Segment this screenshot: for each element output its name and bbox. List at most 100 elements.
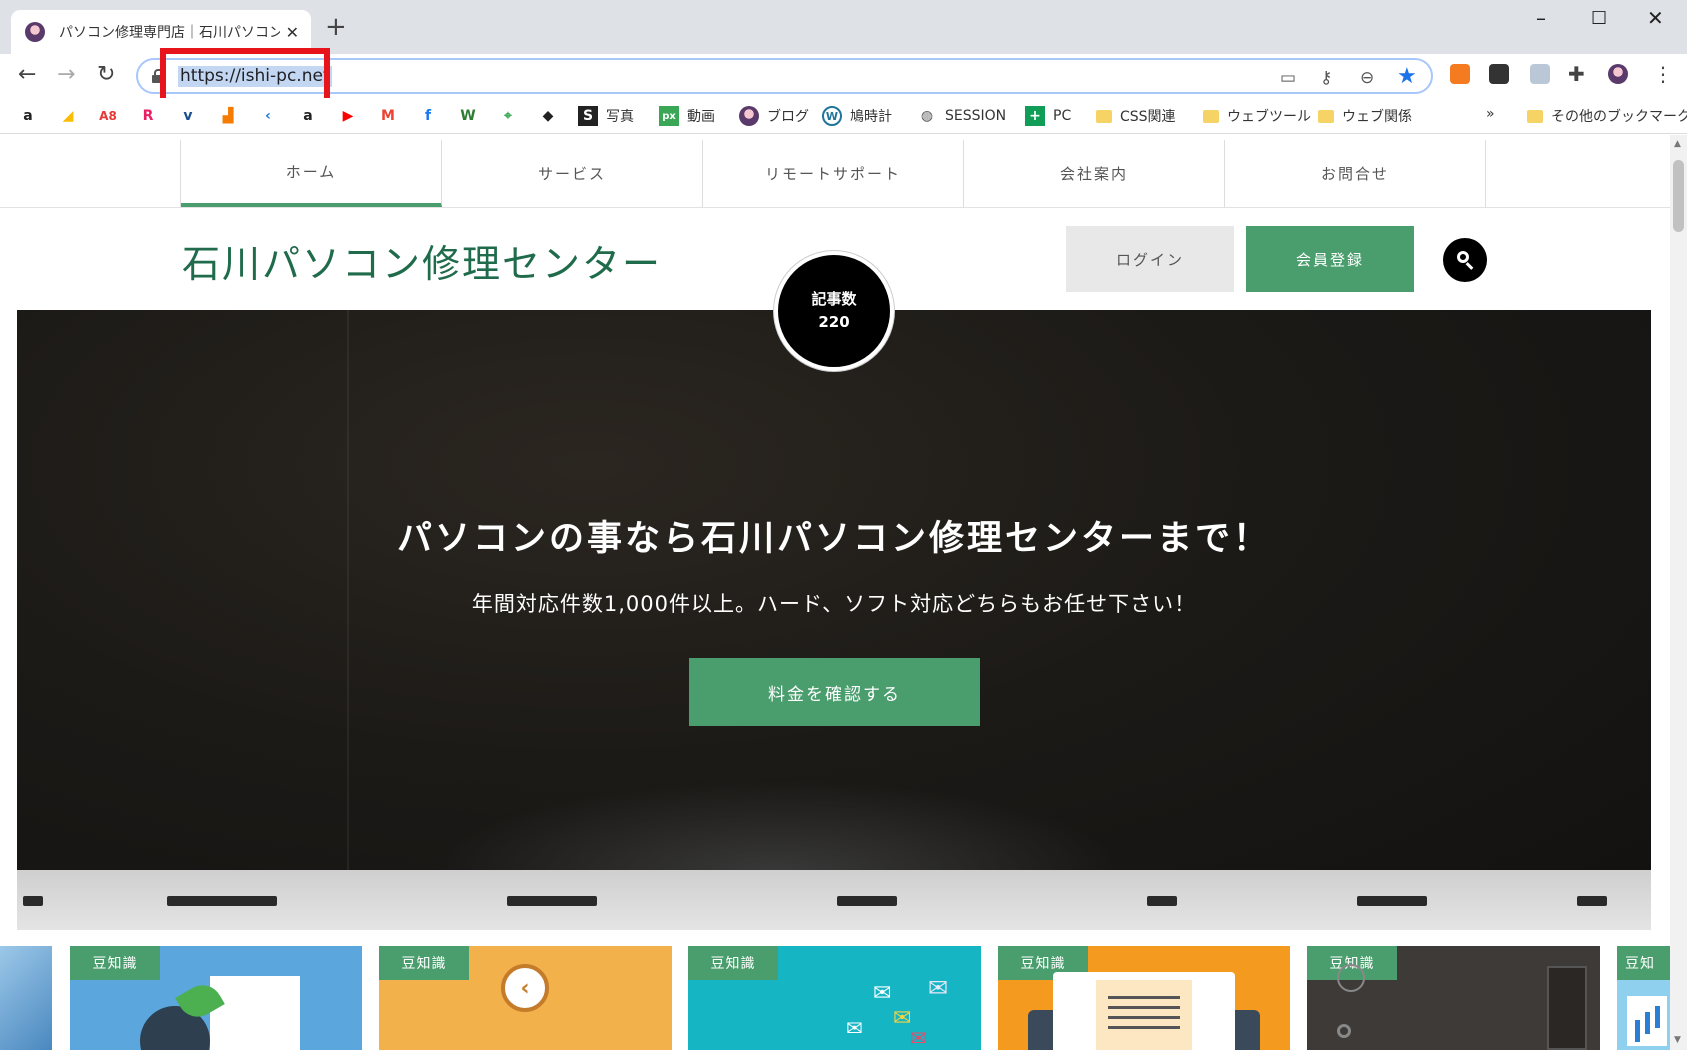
bookmark-item[interactable]: a	[18, 106, 38, 126]
article-card[interactable]: 豆知識 ‹	[379, 946, 672, 1050]
diamond-icon: ◆	[542, 108, 554, 124]
bookmark-blog[interactable]: ブログ	[739, 106, 809, 126]
forward-icon[interactable]: →	[57, 64, 75, 86]
nav-remote-support[interactable]: リモートサポート	[703, 140, 964, 207]
nav-company[interactable]: 会社案内	[964, 140, 1225, 207]
reload-icon[interactable]: ↻	[97, 64, 115, 86]
bookmark-item[interactable]: a	[298, 106, 318, 126]
minimize-icon[interactable]: –	[1536, 6, 1546, 30]
hero-subheading: 年間対応件数1,000件以上。ハード、ソフト対応どちらもお任せ下さい！	[471, 592, 1197, 616]
category-badge: 豆知識	[688, 946, 778, 980]
bookmark-item[interactable]: f	[418, 106, 438, 126]
close-tab-icon[interactable]: ✕	[286, 23, 299, 42]
folder-icon	[1096, 109, 1112, 123]
bookmark-item[interactable]: ▟	[218, 106, 238, 126]
back-arrow-icon: ‹	[501, 964, 549, 1012]
bookmark-item[interactable]: ◆	[538, 106, 558, 126]
bookmark-folder-webtools[interactable]: ウェブツール	[1203, 106, 1311, 126]
back-icon[interactable]: ←	[18, 64, 36, 86]
hero-heading: パソコンの事なら石川パソコン修理センターまで！	[396, 518, 1271, 559]
bookmark-item[interactable]: ◢	[58, 106, 78, 126]
hero-banner: パソコンの事なら石川パソコン修理センターまで！ 年間対応件数1,000件以上。ハ…	[17, 310, 1651, 930]
category-badge: 豆知識	[379, 946, 469, 980]
nav-home[interactable]: ホーム	[181, 140, 442, 207]
bookmark-folder-web[interactable]: ウェブ関係	[1318, 106, 1412, 126]
signup-button[interactable]: 会員登録	[1246, 226, 1414, 292]
bookmark-star-icon[interactable]: ★	[1397, 64, 1417, 89]
extensions-puzzle-icon[interactable]: ✚	[1568, 64, 1585, 84]
wordpress-icon: W	[822, 106, 842, 126]
cast-icon[interactable]: ▭	[1280, 68, 1296, 88]
nav-contact[interactable]: お問合せ	[1225, 140, 1486, 207]
bookmark-label: PC	[1053, 108, 1072, 124]
bookmarks-bar: a ◢ A8 R v ▟ ‹ a ▶ M f W ⌖ ◆ S 写真 px 動画 …	[0, 98, 1687, 134]
valuecommerce-icon: v	[183, 108, 193, 124]
nav-services[interactable]: サービス	[442, 140, 703, 207]
category-badge: 豆知	[1617, 946, 1670, 980]
scroll-up-icon[interactable]: ▲	[1674, 139, 1681, 149]
more-bookmarks-button[interactable]: »	[1486, 106, 1495, 122]
category-badge: 豆知識	[70, 946, 160, 980]
envelope-icon: ✉	[873, 981, 892, 1006]
bookmark-item[interactable]: ▶	[338, 106, 358, 126]
avatar-icon	[739, 106, 759, 126]
bookmark-item[interactable]: R	[138, 106, 158, 126]
article-card[interactable]: 豆知識	[998, 946, 1290, 1050]
article-card[interactable]: 豆知識	[70, 946, 362, 1050]
maximize-icon[interactable]: ☐	[1591, 8, 1607, 29]
page-scrollbar[interactable]: ▲ ▼	[1670, 135, 1687, 1050]
zoom-icon[interactable]: ⊖	[1360, 68, 1374, 88]
bookmark-item[interactable]: ‹	[258, 106, 278, 126]
window-close-icon[interactable]: ✕	[1647, 6, 1664, 30]
bookmark-item[interactable]: M	[378, 106, 398, 126]
bookmark-folder-css[interactable]: CSS関連	[1096, 106, 1176, 126]
envelope-icon: ✉	[846, 1016, 863, 1040]
other-bookmarks-folder[interactable]: その他のブックマーク	[1527, 106, 1687, 126]
menu-kebab-icon[interactable]: ⋮	[1653, 64, 1673, 84]
profile-avatar-icon[interactable]	[1608, 64, 1628, 84]
article-card[interactable]: 豆知識 ✉ ✉ ✉ ✉ ✉	[688, 946, 981, 1050]
feedly-icon: ‹	[265, 108, 271, 124]
bookmark-item[interactable]: v	[178, 106, 198, 126]
address-bar[interactable]: https://ishi-pc.net ▭ ⚷ ⊖ ★	[136, 58, 1433, 94]
bookmark-session[interactable]: ◍ SESSION	[917, 106, 1006, 126]
bookmark-label: 鳩時計	[850, 109, 892, 125]
bookmark-item[interactable]: ⌖	[498, 106, 518, 126]
facebook-icon: f	[424, 108, 432, 124]
site-title[interactable]: 石川パソコン修理センター	[182, 233, 662, 288]
article-card-partial[interactable]	[0, 946, 52, 1050]
bookmark-pc[interactable]: + PC	[1025, 106, 1071, 126]
folder-icon	[1527, 109, 1543, 123]
envelope-icon: ✉	[910, 1026, 927, 1050]
article-card-partial[interactable]: 豆知	[1617, 946, 1670, 1050]
envelope-icon: ✉	[928, 974, 949, 1002]
post-count-value: 220	[818, 313, 850, 331]
checklist-illustration	[210, 976, 300, 1050]
bookmark-photos[interactable]: S 写真	[578, 106, 634, 126]
scrollbar-thumb[interactable]	[1673, 160, 1684, 232]
check-pricing-button[interactable]: 料金を確認する	[689, 658, 980, 726]
rakuten-icon: R	[142, 108, 154, 124]
more-bookmarks-icon: »	[1486, 106, 1495, 122]
bookmark-videos[interactable]: px 動画	[659, 106, 715, 126]
maps-icon: ⌖	[504, 108, 512, 124]
extension-ruler-icon[interactable]	[1450, 64, 1470, 84]
key-icon[interactable]: ⚷	[1320, 68, 1332, 88]
scroll-down-icon[interactable]: ▼	[1674, 1035, 1681, 1045]
hatena-icon: W	[460, 108, 476, 124]
login-button[interactable]: ログイン	[1066, 226, 1234, 292]
article-card[interactable]: 豆知識	[1307, 946, 1600, 1050]
bookmark-label: CSS関連	[1120, 109, 1176, 125]
new-tab-icon[interactable]: +	[325, 14, 347, 40]
nav-divider	[0, 207, 1670, 208]
px-icon: px	[659, 106, 679, 126]
post-count-badge: 記事数 220	[774, 251, 894, 371]
bookmark-cuckoo-clock[interactable]: W 鳩時計	[822, 106, 892, 126]
search-button[interactable]	[1443, 238, 1487, 282]
bookmark-item[interactable]: A8	[98, 106, 118, 126]
analytics-icon: ▟	[222, 108, 234, 124]
bookmark-item[interactable]: W	[458, 106, 478, 126]
extension-photo-icon[interactable]	[1530, 64, 1550, 84]
extension-dark-icon[interactable]	[1489, 64, 1509, 84]
site-favicon-icon	[25, 22, 45, 42]
